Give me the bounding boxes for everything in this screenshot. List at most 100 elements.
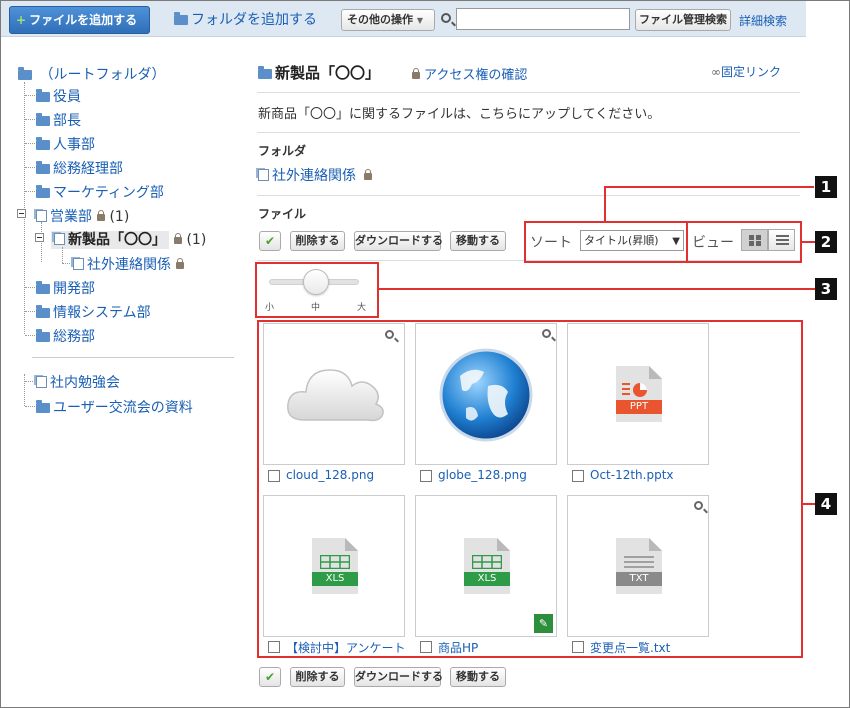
folder-doc-icon [258,169,269,181]
download-button-bottom[interactable]: ダウンロードする [354,667,443,687]
tree-item-label: 役員 [53,89,81,105]
tree-branch [25,381,35,382]
folder-icon [36,281,50,294]
lock-icon [412,68,420,79]
access-check-label: アクセス権の確認 [424,68,528,83]
detail-search-link[interactable]: 詳細検索 [739,12,787,29]
tree-count: (1) [186,232,207,248]
tree-item-label: 開発部 [53,281,95,297]
toolbar: + ファイルを追加する フォルダを追加する その他の操作 ▼ ファイル管理検索 詳… [1,1,806,37]
divider [257,195,800,196]
callout-box-thumbnails [257,320,803,658]
tree-item-general-accounting[interactable]: 総務経理部 [36,158,123,178]
access-check-link[interactable]: アクセス権の確認 [412,64,527,83]
folder-icon [18,67,32,80]
file-search-button[interactable]: ファイル管理検索 [635,9,731,31]
collapse-toggle[interactable] [35,233,44,242]
tree-item-label: 総務部 [53,329,95,345]
tree-branch [25,311,35,312]
tree-item-label: 営業部 [50,209,92,225]
callout-badge-1: 1 [815,176,837,198]
callout-line [604,186,606,221]
callout-box-sort [524,221,688,263]
folder-icon [36,137,50,150]
tree-item-label: ユーザー交流会の資料 [53,400,193,416]
tree-item-current[interactable]: 新製品「〇〇」 (1) [51,229,206,249]
tree-branch [25,143,35,144]
tree-item-label: 人事部 [53,137,95,153]
current-node-highlight: 新製品「〇〇」 [51,231,169,249]
callout-line [802,241,815,243]
add-file-button[interactable]: + ファイルを追加する [9,6,150,34]
tree-branch [25,191,35,192]
select-all-button-bottom[interactable]: ✔ [259,667,281,687]
tree-item-root[interactable]: （ルートフォルダ） [18,64,165,84]
tree-item-label: 総務経理部 [53,161,123,177]
download-button[interactable]: ダウンロードする [354,231,443,251]
tree-item-external-contact[interactable]: 社外連絡関係 [73,254,184,274]
tree-branch [25,95,35,96]
delete-button-bottom[interactable]: 削除する [290,667,345,687]
tree-item-officers[interactable]: 役員 [36,86,81,106]
tree-divider [32,357,234,358]
add-file-label: ファイルを追加する [29,13,138,27]
tree-branch [25,287,35,288]
collapse-toggle[interactable] [17,209,26,218]
lock-icon [364,169,372,180]
folder-section-heading: フォルダ [258,144,307,158]
add-folder-link[interactable]: フォルダを追加する [174,9,317,29]
subfolder-link[interactable]: 社外連絡関係 [258,165,372,185]
other-operations-button[interactable]: その他の操作 ▼ [341,9,435,31]
callout-line [379,288,815,290]
callout-badge-4: 4 [815,493,837,515]
page-title-text: 新製品「〇〇」 [275,64,381,82]
tree-item-hr[interactable]: 人事部 [36,134,95,154]
permalink-link[interactable]: ∞固定リンク [711,63,781,80]
folder-icon [36,113,50,126]
tree-item-label: 新製品「〇〇」 [68,232,166,248]
tree-item-study-group[interactable]: 社内勉強会 [36,372,120,392]
tree-line [62,247,63,263]
tree-item-label: 情報システム部 [53,305,151,321]
tree-item-development[interactable]: 開発部 [36,278,95,298]
folder-icon [36,305,50,318]
search-icon [441,13,451,23]
tree-branch [25,167,35,168]
move-button[interactable]: 移動する [450,231,506,251]
folder-description: 新商品「〇〇」に関するファイルは、こちらにアップしてください。 [258,107,661,122]
divider [257,132,800,133]
folder-icon [36,185,50,198]
tree-line [24,374,25,406]
select-all-button[interactable]: ✔ [259,231,281,251]
tree-branch [25,335,35,336]
callout-line [803,503,815,505]
folder-icon [174,12,188,25]
link-icon: ∞ [711,65,721,79]
tree-item-general-affairs[interactable]: 総務部 [36,326,95,346]
callout-badge-2: 2 [815,231,837,253]
folder-icon [36,161,50,174]
tree-item-sales[interactable]: 営業部 (1) [36,206,129,226]
tree-item-managers[interactable]: 部長 [36,110,81,130]
callout-line [604,186,814,188]
folder-doc-icon [54,233,65,245]
tree-item-it[interactable]: 情報システム部 [36,302,151,322]
lock-icon [176,258,184,269]
subfolder-label: 社外連絡関係 [272,168,356,184]
tree-item-user-meeting[interactable]: ユーザー交流会の資料 [36,397,193,417]
tree-item-label: 部長 [53,113,81,129]
callout-box-view [686,221,802,263]
folder-icon [258,66,272,79]
add-folder-label: フォルダを追加する [191,12,317,28]
tree-branch [25,406,35,407]
tree-item-label: 社外連絡関係 [87,257,171,273]
tree-item-marketing[interactable]: マーケティング部 [36,182,164,202]
tree-line [41,222,42,262]
lock-icon [97,210,105,221]
delete-button[interactable]: 削除する [290,231,345,251]
folder-icon [36,329,50,342]
tree-item-label: （ルートフォルダ） [39,67,166,83]
search-input[interactable] [456,8,630,30]
move-button-bottom[interactable]: 移動する [450,667,506,687]
folder-doc-icon [36,376,47,388]
